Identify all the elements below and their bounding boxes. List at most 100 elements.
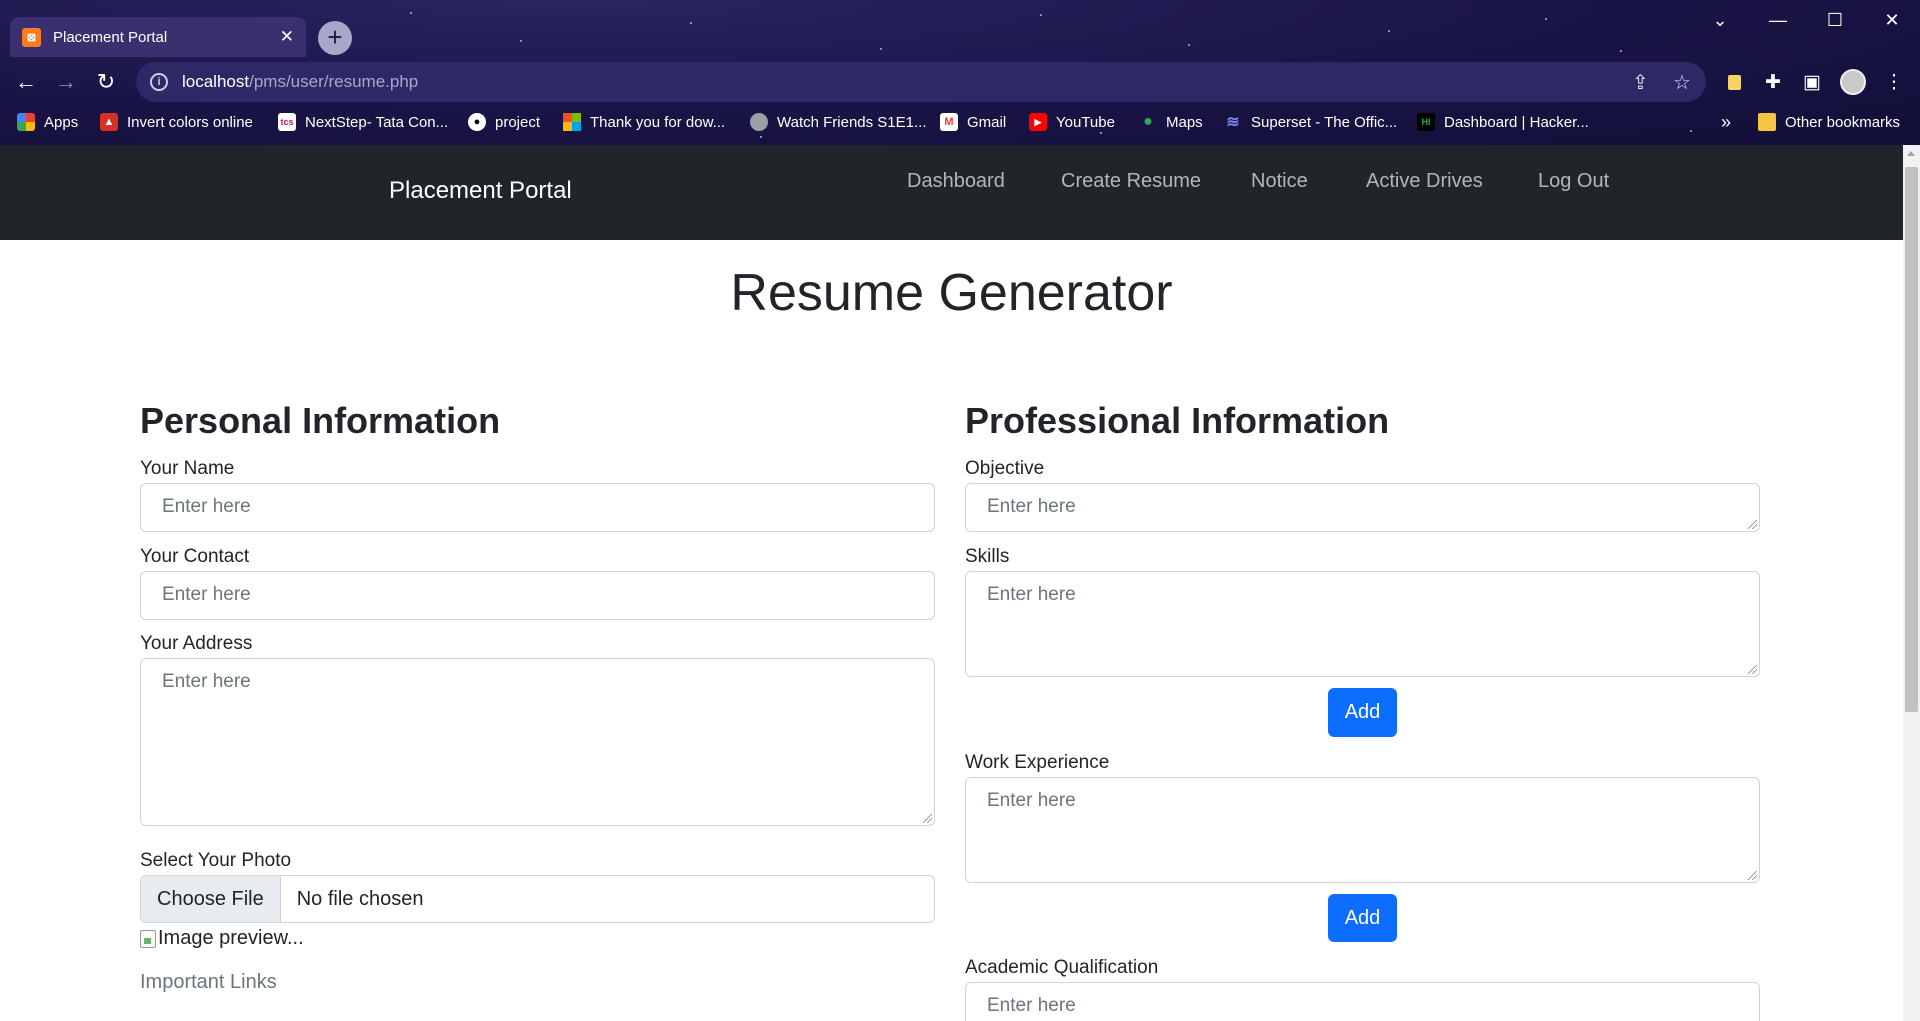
name-input[interactable]: Enter here	[140, 483, 935, 532]
bookmark-apps[interactable]: Apps	[17, 113, 78, 131]
new-tab-button[interactable]: +	[318, 21, 352, 55]
url-path: /pms/user/resume.php	[249, 72, 419, 91]
bookmark-label: Superset - The Offic...	[1251, 113, 1398, 131]
profile-avatar-icon[interactable]	[1838, 67, 1868, 97]
address-label: Your Address	[140, 633, 253, 654]
bookmark-gmail[interactable]: M Gmail	[940, 113, 1006, 131]
bookmark-maps[interactable]: ● Maps	[1139, 113, 1203, 131]
objective-label: Objective	[965, 458, 1045, 479]
image-preview: Image preview...	[140, 927, 304, 950]
share-icon[interactable]: ⇪	[1632, 70, 1649, 95]
site-info-icon[interactable]: i	[150, 73, 168, 91]
file-status: No file chosen	[296, 887, 424, 910]
academic-qualification-label: Academic Qualification	[965, 957, 1159, 978]
contact-input[interactable]: Enter here	[140, 571, 935, 620]
close-tab-icon[interactable]: ✕	[280, 27, 294, 47]
nav-log-out[interactable]: Log Out	[1538, 170, 1609, 193]
xampp-favicon-icon: ⊠	[22, 27, 41, 47]
bookmark-thank-you[interactable]: Thank you for dow...	[563, 113, 725, 131]
tree-icon: ▲	[100, 113, 118, 131]
name-label: Your Name	[140, 458, 235, 479]
hackerrank-icon: HI	[1417, 113, 1435, 131]
browser-tab[interactable]: ⊠ Placement Portal ✕	[10, 17, 306, 57]
superset-icon: ≋	[1226, 114, 1240, 131]
folder-icon	[1758, 113, 1776, 131]
globe-icon	[750, 113, 768, 131]
work-experience-label: Work Experience	[965, 752, 1110, 773]
bookmark-superset[interactable]: ≋ Superset - The Offic...	[1224, 113, 1398, 132]
site-navbar: Placement Portal Dashboard Create Resume…	[0, 145, 1903, 240]
bookmarks-overflow-button[interactable]: »	[1721, 112, 1731, 133]
photo-label: Select Your Photo	[140, 850, 292, 871]
page-viewport: Placement Portal Dashboard Create Resume…	[0, 145, 1903, 1021]
bookmarks-bar: Apps ▲ Invert colors online tcs NextStep…	[0, 107, 1920, 137]
personal-info-heading: Personal Information	[140, 400, 501, 441]
bookmark-label: Apps	[44, 113, 79, 131]
browser-menu-icon[interactable]: ⋮	[1879, 67, 1909, 97]
bookmark-project[interactable]: ● project	[468, 113, 540, 131]
maximize-button[interactable]: ☐	[1807, 0, 1863, 40]
broken-image-icon	[140, 929, 156, 948]
nav-create-resume[interactable]: Create Resume	[1061, 170, 1201, 193]
bookmark-youtube[interactable]: ▶ YouTube	[1029, 113, 1115, 131]
microsoft-icon	[563, 113, 581, 131]
bookmark-label: Invert colors online	[127, 113, 253, 131]
photo-file-input[interactable]: Choose File No file chosen	[140, 875, 935, 923]
bookmark-watch-friends[interactable]: Watch Friends S1E1...	[750, 113, 927, 131]
reload-icon[interactable]: ↻	[89, 65, 123, 99]
bookmark-nextstep[interactable]: tcs NextStep- Tata Con...	[278, 113, 448, 131]
nav-notice[interactable]: Notice	[1251, 170, 1308, 193]
add-skill-button[interactable]: Add	[1328, 688, 1397, 737]
choose-file-button[interactable]: Choose File	[141, 876, 281, 922]
scroll-up-arrow-icon[interactable]	[1907, 151, 1915, 156]
nav-dashboard[interactable]: Dashboard	[907, 170, 1005, 193]
extension-note-icon[interactable]	[1719, 67, 1749, 97]
bookmark-label: Maps	[1166, 113, 1203, 131]
work-experience-textarea[interactable]: Enter here	[965, 777, 1760, 883]
academic-qualification-textarea[interactable]: Enter here	[965, 982, 1760, 1021]
back-icon[interactable]: ←	[9, 65, 43, 99]
github-icon: ●	[468, 113, 486, 131]
extensions-puzzle-icon[interactable]: ✚	[1758, 67, 1788, 97]
contact-label: Your Contact	[140, 546, 250, 567]
address-textarea[interactable]: Enter here	[140, 658, 935, 826]
bookmark-label: YouTube	[1056, 113, 1115, 131]
page-title: Resume Generator	[730, 264, 1173, 322]
apps-grid-icon	[17, 113, 35, 131]
bookmark-invert-colors[interactable]: ▲ Invert colors online	[100, 113, 253, 131]
other-bookmarks[interactable]: Other bookmarks	[1758, 113, 1900, 131]
image-preview-alt: Image preview...	[158, 927, 304, 949]
bookmark-label: NextStep- Tata Con...	[305, 113, 449, 131]
maps-icon: ●	[1143, 113, 1153, 130]
bookmark-label: Gmail	[967, 113, 1007, 131]
forward-icon[interactable]: →	[49, 65, 83, 99]
important-links-heading: Important Links	[140, 971, 277, 993]
tcs-icon: tcs	[278, 113, 296, 131]
tab-search-icon[interactable]: ⌄	[1692, 0, 1748, 40]
bookmark-hackerrank[interactable]: HI Dashboard | Hacker...	[1417, 113, 1589, 131]
skills-label: Skills	[965, 546, 1010, 567]
bookmark-label: Dashboard | Hacker...	[1444, 113, 1589, 131]
browser-chrome: ⊠ Placement Portal ✕ + ⌄ — ☐ ✕ ← → ↻ i l…	[0, 0, 1920, 145]
professional-info-heading: Professional Information	[965, 400, 1390, 441]
tab-title: Placement Portal	[53, 28, 168, 46]
gmail-icon: M	[940, 113, 958, 131]
bookmark-star-icon[interactable]: ☆	[1673, 70, 1691, 95]
add-work-experience-button[interactable]: Add	[1328, 894, 1397, 942]
address-bar[interactable]: i localhost/pms/user/resume.php ⇪ ☆	[136, 62, 1706, 102]
close-window-button[interactable]: ✕	[1864, 0, 1920, 40]
objective-textarea[interactable]: Enter here	[965, 483, 1760, 532]
overflow-chevron-icon: »	[1721, 111, 1732, 132]
browser-toolbar: ← → ↻ i localhost/pms/user/resume.php ⇪ …	[0, 61, 1920, 103]
bookmark-label: Watch Friends S1E1...	[777, 113, 927, 131]
brand-link[interactable]: Placement Portal	[389, 177, 572, 205]
nav-active-drives[interactable]: Active Drives	[1366, 170, 1483, 193]
skills-textarea[interactable]: Enter here	[965, 571, 1760, 677]
scrollbar-thumb[interactable]	[1905, 167, 1918, 712]
bookmark-label: Thank you for dow...	[590, 113, 726, 131]
reading-list-icon[interactable]: ▣	[1797, 67, 1827, 97]
minimize-button[interactable]: —	[1750, 0, 1806, 40]
bookmark-label: project	[495, 113, 541, 131]
url-host: localhost	[182, 72, 250, 91]
page-scrollbar[interactable]	[1903, 145, 1920, 1021]
